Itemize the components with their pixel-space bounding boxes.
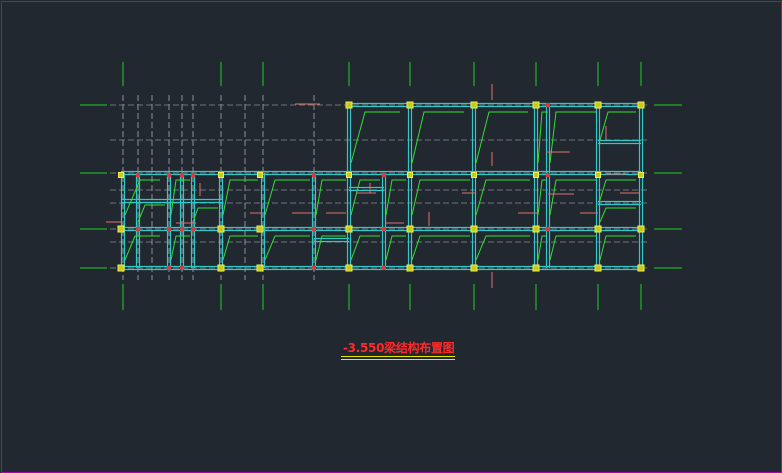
column-small (382, 227, 386, 231)
column (257, 172, 263, 178)
column (470, 225, 478, 233)
column (594, 101, 602, 109)
annotation-leader (599, 207, 636, 223)
annotation-leader (549, 111, 596, 164)
column (118, 172, 124, 178)
annotation-leader (350, 235, 380, 261)
annotation-leader (264, 235, 310, 261)
column-small (167, 227, 171, 231)
annotation-leader (350, 179, 380, 216)
annotation-leader (599, 235, 636, 261)
column-small (546, 103, 550, 107)
annotation-leader (350, 111, 400, 164)
annotation-leader (537, 235, 546, 261)
column-small (382, 173, 386, 177)
cad-drawing-canvas (1, 1, 782, 473)
column (532, 225, 540, 233)
column-small (312, 173, 316, 177)
column (637, 225, 645, 233)
annotation-leaders (124, 111, 636, 261)
column-small (382, 266, 386, 270)
annotation-leader (475, 179, 530, 216)
column-small (167, 173, 171, 177)
column (217, 225, 225, 233)
column (407, 172, 413, 178)
column-small (136, 173, 140, 177)
title-underline (341, 356, 455, 357)
column (637, 264, 645, 272)
annotation-leader (411, 111, 464, 164)
column (345, 101, 353, 109)
annotation-leader (537, 179, 546, 216)
column (345, 264, 353, 272)
drawing-title: -3.550梁结构布置图 (343, 341, 455, 355)
column-small (136, 227, 140, 231)
column (117, 225, 125, 233)
column (471, 172, 477, 178)
column (117, 264, 125, 272)
annotation-leader (124, 235, 160, 261)
column (594, 225, 602, 233)
column (346, 172, 352, 178)
annotation-leader (475, 111, 528, 164)
dimension-ticks (106, 84, 640, 288)
annotation-leader (222, 235, 258, 261)
column-small (167, 266, 171, 270)
column (406, 101, 414, 109)
annotation-leader (264, 179, 310, 216)
column (256, 225, 264, 233)
annotation-leader (475, 235, 530, 261)
column (594, 264, 602, 272)
column-small (180, 173, 184, 177)
column (638, 172, 644, 178)
annotation-leader (549, 235, 596, 261)
column-small (191, 227, 195, 231)
annotation-leader (124, 179, 160, 216)
column (217, 264, 225, 272)
column-small (191, 173, 195, 177)
annotation-leader (411, 235, 470, 261)
column-small (180, 266, 184, 270)
column (406, 264, 414, 272)
column-small (312, 266, 316, 270)
column-small (180, 227, 184, 231)
column-small (312, 227, 316, 231)
annotation-leader (599, 111, 636, 141)
beam-lines (120, 102, 644, 271)
column (470, 101, 478, 109)
column-small (546, 227, 550, 231)
column (406, 225, 414, 233)
annotation-leader (315, 235, 346, 261)
column (595, 172, 601, 178)
annotation-leader (385, 179, 406, 216)
column (218, 172, 224, 178)
column (532, 264, 540, 272)
annotation-leader (385, 235, 406, 261)
column (637, 101, 645, 109)
annotation-leader (411, 179, 470, 216)
title-underline (341, 359, 455, 360)
annotation-leader (315, 179, 346, 216)
column-small (546, 173, 550, 177)
column (256, 264, 264, 272)
annotation-leader (549, 179, 596, 216)
column (345, 225, 353, 233)
columns (117, 101, 645, 272)
column (533, 172, 539, 178)
annotation-leader (192, 207, 218, 223)
column (532, 101, 540, 109)
column (470, 264, 478, 272)
annotation-leader (222, 179, 258, 216)
